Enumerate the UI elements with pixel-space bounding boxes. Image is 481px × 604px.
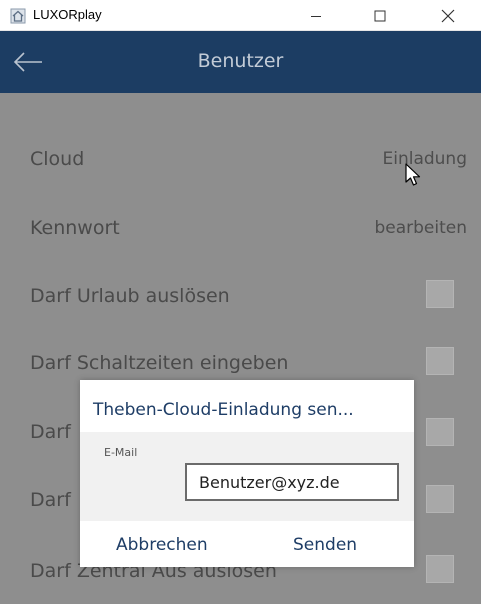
mouse-pointer-icon <box>405 163 421 186</box>
dialog-body: E-Mail <box>80 432 414 521</box>
email-field-label: E-Mail <box>104 446 138 459</box>
row-label-permission-6: Darf <box>30 489 71 511</box>
checkbox-central-off[interactable] <box>426 555 454 583</box>
app-header: Benutzer <box>0 31 481 93</box>
page-title: Benutzer <box>197 50 284 72</box>
dialog-title: Theben-Cloud-Einladung sen... <box>93 400 354 420</box>
row-label-vacation: Darf Urlaub auslösen <box>30 285 230 307</box>
send-button[interactable]: Senden <box>293 535 357 555</box>
checkbox-vacation[interactable] <box>426 280 454 308</box>
checkbox-permission-5[interactable] <box>426 418 454 446</box>
minimize-icon <box>311 15 321 17</box>
close-icon <box>441 9 455 22</box>
row-vacation: Darf Urlaub auslösen <box>0 279 481 319</box>
window-title: LUXORplay <box>33 7 102 22</box>
row-password: Kennwort bearbeiten <box>0 211 481 251</box>
checkbox-schedule[interactable] <box>426 347 454 375</box>
checkbox-permission-6[interactable] <box>426 485 454 513</box>
cloud-invite-dialog: Theben-Cloud-Einladung sen... E-Mail Abb… <box>80 380 414 567</box>
window-titlebar: LUXORplay <box>0 0 481 31</box>
maximize-button[interactable] <box>357 0 403 31</box>
row-label-permission-5: Darf <box>30 421 71 443</box>
row-label-password: Kennwort <box>30 217 120 239</box>
row-label-schedule: Darf Schaltzeiten eingeben <box>30 352 289 374</box>
app-home-icon <box>10 8 26 24</box>
close-button[interactable] <box>425 0 471 31</box>
invite-link[interactable]: Einladung <box>382 149 467 169</box>
minimize-button[interactable] <box>293 0 339 31</box>
cancel-button[interactable]: Abbrechen <box>116 535 208 555</box>
maximize-icon <box>374 10 386 21</box>
edit-password-link[interactable]: bearbeiten <box>374 218 467 238</box>
email-input[interactable] <box>185 463 399 501</box>
row-label-cloud: Cloud <box>30 148 85 170</box>
